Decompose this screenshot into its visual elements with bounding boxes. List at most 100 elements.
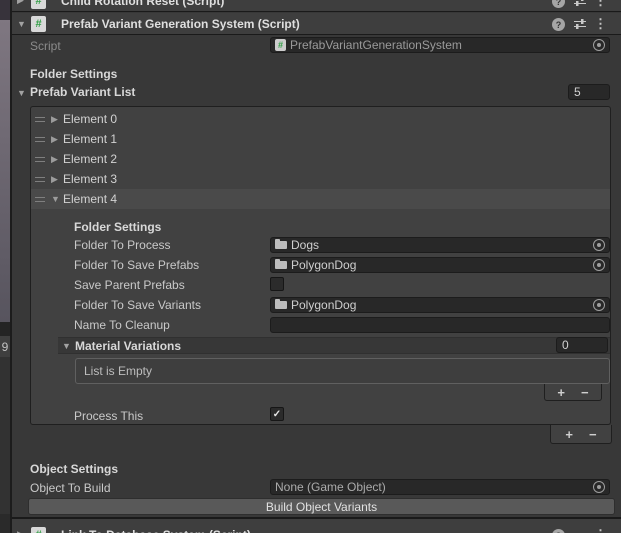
material-variations-footer: + − xyxy=(544,384,602,401)
component-title: Prefab Variant Generation System (Script… xyxy=(61,17,300,31)
element-label: Element 3 xyxy=(63,172,118,186)
presets-icon[interactable] xyxy=(573,0,587,11)
folder-to-process-label: Folder To Process xyxy=(74,238,171,252)
element4-folder-settings-header: Folder Settings xyxy=(74,220,162,234)
script-field-value: PrefabVariantGenerationSystem xyxy=(290,38,462,52)
build-button-label: Build Object Variants xyxy=(265,499,378,514)
next-component-title: Link To Database System (Script) xyxy=(61,528,251,533)
folder-icon xyxy=(275,259,287,269)
component-header[interactable]: ▼ # Prefab Variant Generation System (Sc… xyxy=(12,13,621,35)
list-item[interactable]: ▶ Element 0 xyxy=(31,109,610,129)
object-picker-icon[interactable] xyxy=(593,239,605,251)
list-item[interactable]: ▶ Element 3 xyxy=(31,169,610,189)
folder-icon xyxy=(275,299,287,309)
drag-handle-icon[interactable] xyxy=(35,137,45,142)
left-strip-segment xyxy=(0,514,10,533)
left-strip-segment xyxy=(0,322,10,336)
folder-settings-header: Folder Settings xyxy=(30,67,118,81)
foldout-icon[interactable]: ▼ xyxy=(62,342,71,351)
script-object-field[interactable]: # PrefabVariantGenerationSystem xyxy=(270,37,610,53)
left-panel-strip: 9 xyxy=(0,0,10,533)
panel-divider[interactable] xyxy=(10,0,12,533)
object-picker-icon[interactable] xyxy=(593,39,605,51)
name-to-cleanup-input[interactable] xyxy=(270,317,610,333)
folder-to-process-field[interactable]: Dogs xyxy=(270,237,610,253)
kebab-menu-icon[interactable]: ⋮ xyxy=(594,0,607,9)
help-icon[interactable]: ? xyxy=(552,529,565,533)
add-element-button[interactable]: + xyxy=(557,386,565,399)
material-variations-size-field[interactable]: 0 xyxy=(556,337,608,353)
build-object-variants-button[interactable]: Build Object Variants xyxy=(28,498,615,515)
csharp-script-icon: # xyxy=(31,527,46,533)
prefab-variant-list-footer: + − xyxy=(550,425,612,444)
list-item-selected[interactable]: ▼ Element 4 xyxy=(31,189,610,209)
list-size-field[interactable]: 5 xyxy=(568,84,610,100)
presets-icon[interactable] xyxy=(573,17,587,34)
next-component-header[interactable]: ▶ # Link To Database System (Script) ? ⋮ xyxy=(12,519,621,533)
name-to-cleanup-label: Name To Cleanup xyxy=(74,318,170,332)
material-variations-empty-box: List is Empty xyxy=(75,358,610,384)
element-label: Element 1 xyxy=(63,132,118,146)
element-label: Element 4 xyxy=(63,192,118,206)
object-to-build-value: None (Game Object) xyxy=(275,480,386,494)
left-gutter-number: 9 xyxy=(0,336,10,357)
folder-to-save-variants-label: Folder To Save Variants xyxy=(74,298,201,312)
material-variations-header-row[interactable]: ▼ Material Variations 0 xyxy=(58,337,610,354)
folder-icon xyxy=(275,239,287,249)
remove-element-button[interactable]: − xyxy=(581,386,589,399)
save-parent-prefabs-label: Save Parent Prefabs xyxy=(74,278,185,292)
kebab-menu-icon[interactable]: ⋮ xyxy=(594,527,607,533)
foldout-icon[interactable]: ▶ xyxy=(51,115,58,124)
foldout-icon[interactable]: ▼ xyxy=(51,195,60,204)
object-picker-icon[interactable] xyxy=(593,481,605,493)
list-item[interactable]: ▶ Element 1 xyxy=(31,129,610,149)
inspector-panel: ▶ # Child Rotation Reset (Script) ? ⋮ ▼ … xyxy=(12,0,621,533)
left-strip-segment xyxy=(0,20,10,322)
list-empty-text: List is Empty xyxy=(84,364,153,378)
folder-to-process-value: Dogs xyxy=(291,238,320,252)
left-strip-segment xyxy=(0,0,10,20)
help-icon[interactable]: ? xyxy=(552,18,565,31)
object-picker-icon[interactable] xyxy=(593,259,605,271)
object-to-build-label: Object To Build xyxy=(30,481,111,495)
remove-element-button[interactable]: − xyxy=(589,428,597,441)
csharp-script-icon: # xyxy=(31,16,46,32)
foldout-icon[interactable]: ▶ xyxy=(51,135,58,144)
script-row-label: Script xyxy=(30,39,61,53)
list-item[interactable]: ▶ Element 2 xyxy=(31,149,610,169)
folder-to-save-prefabs-label: Folder To Save Prefabs xyxy=(74,258,200,272)
prefab-variant-list-label[interactable]: Prefab Variant List xyxy=(30,85,135,99)
left-strip-segment xyxy=(0,357,10,514)
kebab-menu-icon[interactable]: ⋮ xyxy=(594,16,607,32)
drag-handle-icon[interactable] xyxy=(35,197,45,202)
foldout-icon[interactable]: ▶ xyxy=(51,155,58,164)
material-variations-label: Material Variations xyxy=(75,339,182,353)
folder-to-save-variants-field[interactable]: PolygonDog xyxy=(270,297,610,313)
csharp-script-icon: # xyxy=(275,39,286,51)
element-label: Element 2 xyxy=(63,152,118,166)
foldout-icon[interactable]: ▼ xyxy=(17,89,26,98)
object-settings-header: Object Settings xyxy=(30,462,119,476)
foldout-icon[interactable]: ▶ xyxy=(51,175,58,184)
foldout-icon[interactable]: ▼ xyxy=(17,20,26,29)
unity-inspector-screenshot: 9 ▶ # Child Rotation Reset (Script) ? ⋮ … xyxy=(0,0,621,533)
folder-to-save-variants-value: PolygonDog xyxy=(291,298,357,312)
process-this-label: Process This xyxy=(74,409,144,423)
add-element-button[interactable]: + xyxy=(565,428,573,441)
element-label: Element 0 xyxy=(63,112,118,126)
save-parent-prefabs-checkbox[interactable] xyxy=(270,277,284,291)
prev-component-title: Child Rotation Reset (Script) xyxy=(61,0,225,8)
csharp-script-icon: # xyxy=(31,0,46,9)
object-to-build-field[interactable]: None (Game Object) xyxy=(270,479,610,495)
drag-handle-icon[interactable] xyxy=(35,177,45,182)
folder-to-save-prefabs-value: PolygonDog xyxy=(291,258,357,272)
drag-handle-icon[interactable] xyxy=(35,157,45,162)
prev-component-header[interactable]: ▶ # Child Rotation Reset (Script) ? ⋮ xyxy=(12,0,621,12)
object-picker-icon[interactable] xyxy=(593,299,605,311)
prefab-variant-listbox: ▶ Element 0 ▶ Element 1 ▶ Element 2 ▶ El… xyxy=(30,106,611,425)
foldout-icon[interactable]: ▶ xyxy=(17,0,24,5)
help-icon[interactable]: ? xyxy=(552,0,565,8)
drag-handle-icon[interactable] xyxy=(35,117,45,122)
folder-to-save-prefabs-field[interactable]: PolygonDog xyxy=(270,257,610,273)
process-this-checkbox[interactable]: ✓ xyxy=(270,407,284,421)
